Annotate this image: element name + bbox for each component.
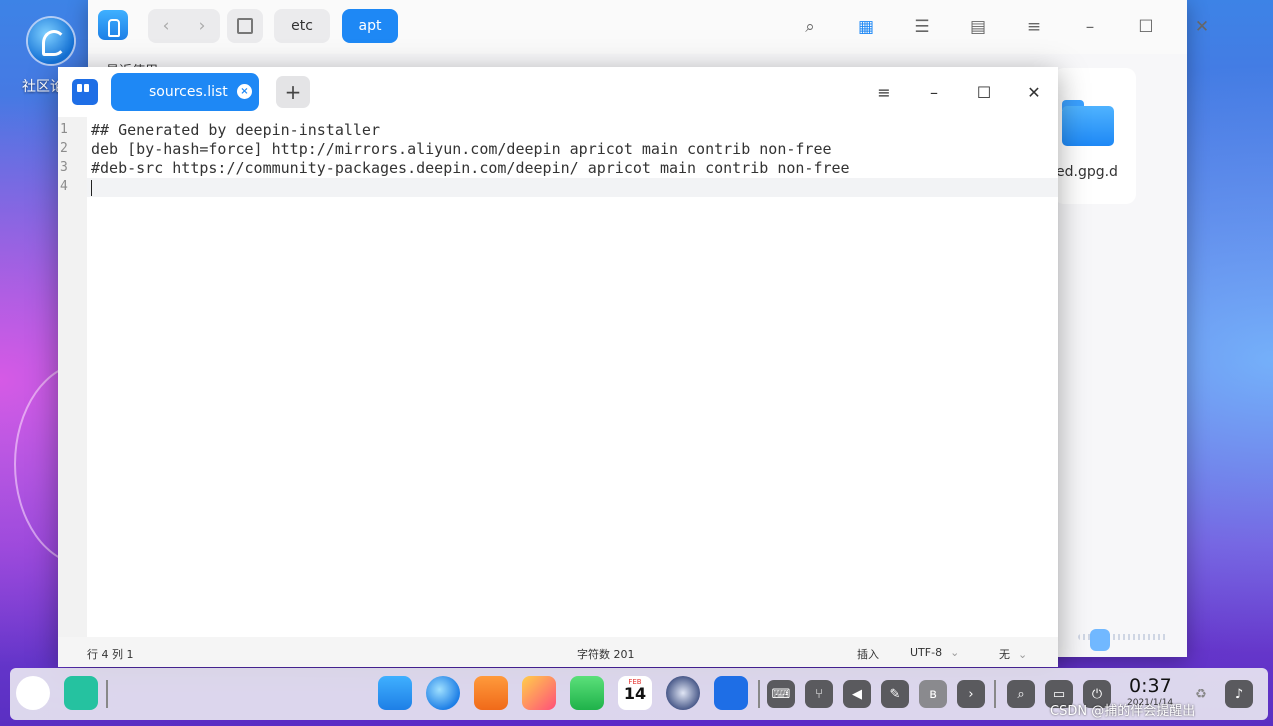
music-dock-icon[interactable] — [570, 676, 604, 710]
folder-label: ed.gpg.d — [1056, 164, 1118, 180]
tab-close-icon[interactable]: × — [237, 84, 252, 99]
search-icon[interactable]: ⌕ — [1007, 680, 1035, 708]
forward-button[interactable]: › — [184, 9, 220, 43]
chevron-down-icon: ⌄ — [950, 646, 960, 659]
usb-icon[interactable]: ⑂ — [805, 680, 833, 708]
breadcrumb-etc[interactable]: etc — [274, 9, 330, 43]
bell-icon[interactable]: ♪ — [1225, 680, 1253, 708]
text-editor-logo-icon — [72, 79, 98, 105]
dock-separator — [994, 680, 996, 708]
app-store-dock-icon[interactable] — [474, 676, 508, 710]
calendar-dock-icon[interactable]: FEB 14 — [618, 676, 652, 710]
line-number: 1 — [60, 122, 68, 137]
editor-close-button[interactable]: ✕ — [1020, 79, 1048, 105]
file-manager-toolbar: ⌕ ▦ ☰ ▤ ≡ – ☐ ✕ — [782, 14, 1230, 40]
maximize-button[interactable]: ☐ — [1118, 14, 1174, 40]
dock-separator — [758, 680, 760, 708]
dock-separator — [106, 680, 108, 708]
folder-icon — [1062, 100, 1114, 146]
tab-label: sources.list — [149, 84, 228, 100]
editor-menu-icon[interactable]: ≡ — [870, 79, 898, 105]
syntax-highlight-select[interactable]: 无 ⌄ — [999, 646, 1027, 662]
keyboard-icon[interactable]: ⌨ — [767, 680, 795, 708]
file-manager-dock-icon[interactable] — [378, 676, 412, 710]
line-number-gutter: 1 2 3 4 — [58, 117, 87, 637]
disk-icon — [237, 18, 253, 34]
launcher-icon[interactable] — [16, 676, 50, 710]
text-caret — [91, 180, 92, 196]
list-view-icon[interactable]: ☰ — [894, 14, 950, 40]
code-line: deb [by-hash=force] http://mirrors.aliyu… — [91, 140, 832, 158]
line-number: 3 — [60, 160, 68, 175]
calendar-day: 14 — [623, 684, 647, 703]
pen-icon[interactable]: ✎ — [881, 680, 909, 708]
add-tab-button[interactable]: + — [276, 76, 310, 108]
encoding-select[interactable]: UTF-8 ⌄ — [910, 646, 959, 659]
cursor-position: 行 4 列 1 — [87, 648, 134, 661]
settings-dock-icon[interactable] — [666, 676, 700, 710]
chevron-right-icon[interactable]: › — [957, 680, 985, 708]
folder-item[interactable]: ed.gpg.d — [1054, 68, 1136, 204]
text-editor-window: sources.list × + ≡ – ☐ ✕ 1 2 3 4 ## Gene… — [58, 67, 1058, 667]
disk-root-button[interactable] — [227, 9, 263, 43]
editor-titlebar: sources.list × + ≡ – ☐ ✕ — [58, 67, 1058, 117]
clock-time[interactable]: 0:37 — [1129, 675, 1172, 697]
encoding-value: UTF-8 — [910, 646, 943, 659]
breadcrumb-apt[interactable]: apt — [342, 9, 398, 43]
editor-minimize-button[interactable]: – — [920, 79, 948, 105]
current-line-highlight — [87, 178, 1058, 197]
browser-dock-icon[interactable] — [426, 676, 460, 710]
back-button[interactable]: ‹ — [148, 9, 184, 43]
navigation-buttons: ‹ › — [148, 9, 220, 43]
editor-maximize-button[interactable]: ☐ — [970, 79, 998, 105]
chevron-down-icon: ⌄ — [1018, 648, 1028, 661]
multitask-view-icon[interactable] — [64, 676, 98, 710]
icon-size-slider-handle[interactable] — [1090, 629, 1110, 651]
editor-status-bar: 行 4 列 1 字符数 201 插入 UTF-8 ⌄ 无 ⌄ — [58, 637, 1058, 667]
deepin-community-desktop-icon[interactable] — [28, 18, 74, 64]
code-line: #deb-src https://community-packages.deep… — [91, 159, 850, 177]
highlight-value: 无 — [999, 648, 1010, 661]
line-number: 4 — [60, 179, 68, 194]
menu-icon[interactable]: ≡ — [1006, 14, 1062, 40]
bluetooth-icon[interactable]: ʙ — [919, 680, 947, 708]
text-editor-dock-icon[interactable] — [714, 676, 748, 710]
watermark-text: CSDN @捕的伴会提醒出 — [1050, 704, 1196, 719]
icon-view-icon[interactable]: ▦ — [838, 14, 894, 40]
code-line: ## Generated by deepin-installer — [91, 121, 380, 139]
image-viewer-dock-icon[interactable] — [522, 676, 556, 710]
minimize-button[interactable]: – — [1062, 14, 1118, 40]
line-number: 2 — [60, 141, 68, 156]
insert-mode-toggle[interactable]: 插入 — [857, 646, 879, 662]
file-manager-titlebar: ‹ › etc apt ⌕ ▦ ☰ ▤ ≡ – ☐ ✕ — [88, 0, 1209, 54]
close-button[interactable]: ✕ — [1174, 14, 1230, 40]
volume-icon[interactable]: ◀ — [843, 680, 871, 708]
tree-view-icon[interactable]: ▤ — [950, 14, 1006, 40]
tab-sources-list[interactable]: sources.list × — [111, 73, 259, 111]
character-count: 字符数 201 — [577, 648, 635, 661]
file-manager-logo-icon — [98, 10, 128, 40]
editor-text-area[interactable]: 1 2 3 4 ## Generated by deepin-installer… — [58, 117, 1058, 637]
search-icon[interactable]: ⌕ — [782, 14, 838, 40]
